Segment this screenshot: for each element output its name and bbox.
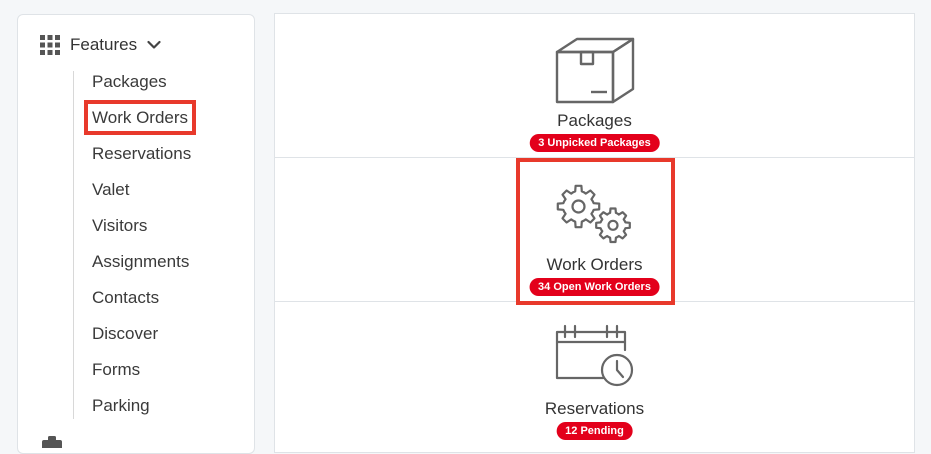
card-packages[interactable]: Packages 3 Unpicked Packages [275, 14, 914, 158]
card-label: Reservations [544, 399, 645, 418]
clipboard-icon[interactable] [40, 435, 64, 453]
sidebar-item-label: Packages [92, 72, 167, 91]
sidebar-item-label: Parking [92, 396, 150, 415]
sidebar-item-discover[interactable]: Discover [74, 323, 191, 359]
calendar-clock-icon [555, 324, 635, 395]
sidebar-item-work-orders[interactable]: Work Orders [74, 100, 197, 143]
features-dropdown[interactable]: Features [40, 35, 161, 55]
status-badge: 34 Open Work Orders [529, 278, 660, 296]
card-reservations[interactable]: Reservations 12 Pending [275, 302, 914, 446]
gears-icon [554, 180, 636, 251]
card-label: Packages [557, 111, 632, 130]
sidebar-item-parking[interactable]: Parking [74, 395, 191, 431]
sidebar-item-label: Assignments [92, 252, 190, 271]
sidebar-item-label: Reservations [92, 144, 192, 163]
chevron-down-icon [147, 40, 161, 50]
card-work-orders[interactable]: Work Orders 34 Open Work Orders [275, 158, 914, 302]
sidebar-item-label: Valet [92, 180, 130, 199]
sidebar-item-contacts[interactable]: Contacts [74, 287, 191, 323]
features-nav-list: Packages Work Orders Reservations Valet … [73, 71, 197, 419]
sidebar-item-label: Work Orders [83, 100, 197, 135]
status-badge: 3 Unpicked Packages [529, 134, 660, 152]
status-badge: 12 Pending [556, 422, 633, 440]
package-box-icon [555, 36, 635, 111]
sidebar-item-label: Forms [92, 360, 141, 379]
card-label: Work Orders [546, 255, 643, 274]
sidebar-item-reservations[interactable]: Reservations [74, 143, 191, 179]
features-label: Features [70, 35, 138, 54]
sidebar-item-label: Visitors [92, 216, 148, 235]
sidebar-item-visitors[interactable]: Visitors [74, 215, 191, 251]
sidebar-item-packages[interactable]: Packages [74, 71, 191, 107]
sidebar-item-forms[interactable]: Forms [74, 359, 191, 395]
features-sidebar: Features Packages Work Orders Reservatio… [17, 14, 255, 454]
features-cards-panel: Packages 3 Unpicked Packages Work Orders… [274, 13, 915, 453]
grid-icon [40, 35, 60, 55]
sidebar-item-label: Discover [92, 324, 159, 343]
sidebar-item-assignments[interactable]: Assignments [74, 251, 191, 287]
sidebar-item-label: Contacts [92, 288, 160, 307]
sidebar-item-valet[interactable]: Valet [74, 179, 191, 215]
